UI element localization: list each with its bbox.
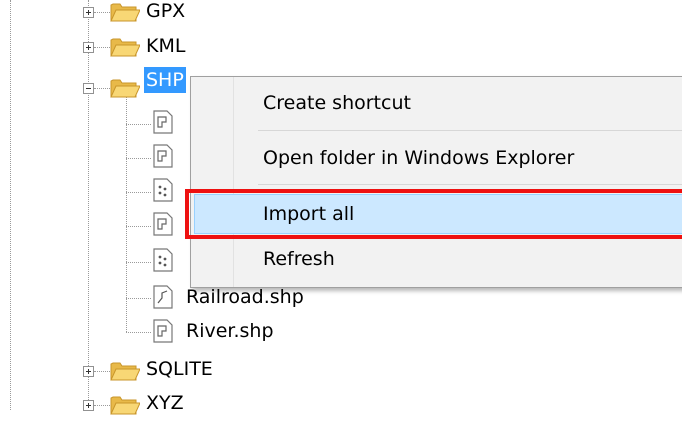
menu-item-create-shortcut[interactable]: Create shortcut: [194, 83, 682, 123]
tree-guide-line: [126, 226, 151, 227]
point-shapefile-icon[interactable]: [152, 248, 174, 272]
menu-item-label: Open folder in Windows Explorer: [263, 147, 575, 169]
tree-node-label: SHP: [144, 67, 186, 93]
polygon-shapefile-icon[interactable]: [152, 110, 174, 134]
expand-icon[interactable]: [83, 7, 94, 18]
expand-icon[interactable]: [83, 42, 94, 53]
expand-icon[interactable]: [83, 400, 94, 411]
tree-node-railroad[interactable]: Railroad.shp: [0, 283, 400, 317]
tree-node-label: SQLITE: [146, 358, 213, 380]
menu-item-label: Create shortcut: [263, 92, 411, 114]
tree-node-kml[interactable]: KML: [0, 30, 400, 64]
folder-open-icon: [110, 79, 140, 98]
tree-node-sqlite[interactable]: SQLITE: [0, 354, 400, 388]
tree-node-xyz[interactable]: XYZ: [0, 388, 400, 422]
menu-item-refresh[interactable]: Refresh: [194, 239, 682, 279]
folder-icon: [110, 3, 140, 22]
tree-node-label: River.shp: [186, 320, 274, 342]
polygon-shapefile-icon[interactable]: [152, 212, 174, 236]
folder-icon: [110, 396, 140, 415]
menu-separator: [258, 130, 682, 131]
menu-item-label: Refresh: [263, 248, 335, 270]
folder-icon: [110, 38, 140, 57]
menu-item-label: Import all: [263, 203, 355, 225]
tree-node-label: XYZ: [146, 392, 184, 414]
point-shapefile-icon[interactable]: [152, 178, 174, 202]
tree-node-river[interactable]: River.shp: [0, 317, 400, 351]
context-menu: Create shortcut Open folder in Windows E…: [190, 76, 682, 288]
polygon-shapefile-icon[interactable]: [152, 144, 174, 168]
tree-node-gpx[interactable]: GPX: [0, 0, 400, 29]
tree-guide-line: [126, 158, 151, 159]
tree-node-label: KML: [146, 35, 186, 57]
tree-node-label: GPX: [146, 0, 186, 22]
tree-guide-line: [126, 192, 151, 193]
folder-icon: [110, 362, 140, 381]
tree-guide-line: [126, 262, 151, 263]
tree-guide-line: [126, 124, 151, 125]
collapse-icon[interactable]: [83, 83, 94, 94]
menu-item-open-folder[interactable]: Open folder in Windows Explorer: [194, 138, 682, 178]
polygon-shapefile-icon: [153, 319, 173, 343]
menu-item-import-all[interactable]: Import all: [194, 194, 682, 234]
menu-separator: [258, 184, 682, 185]
expand-icon[interactable]: [83, 366, 94, 377]
line-shapefile-icon: [153, 285, 173, 309]
